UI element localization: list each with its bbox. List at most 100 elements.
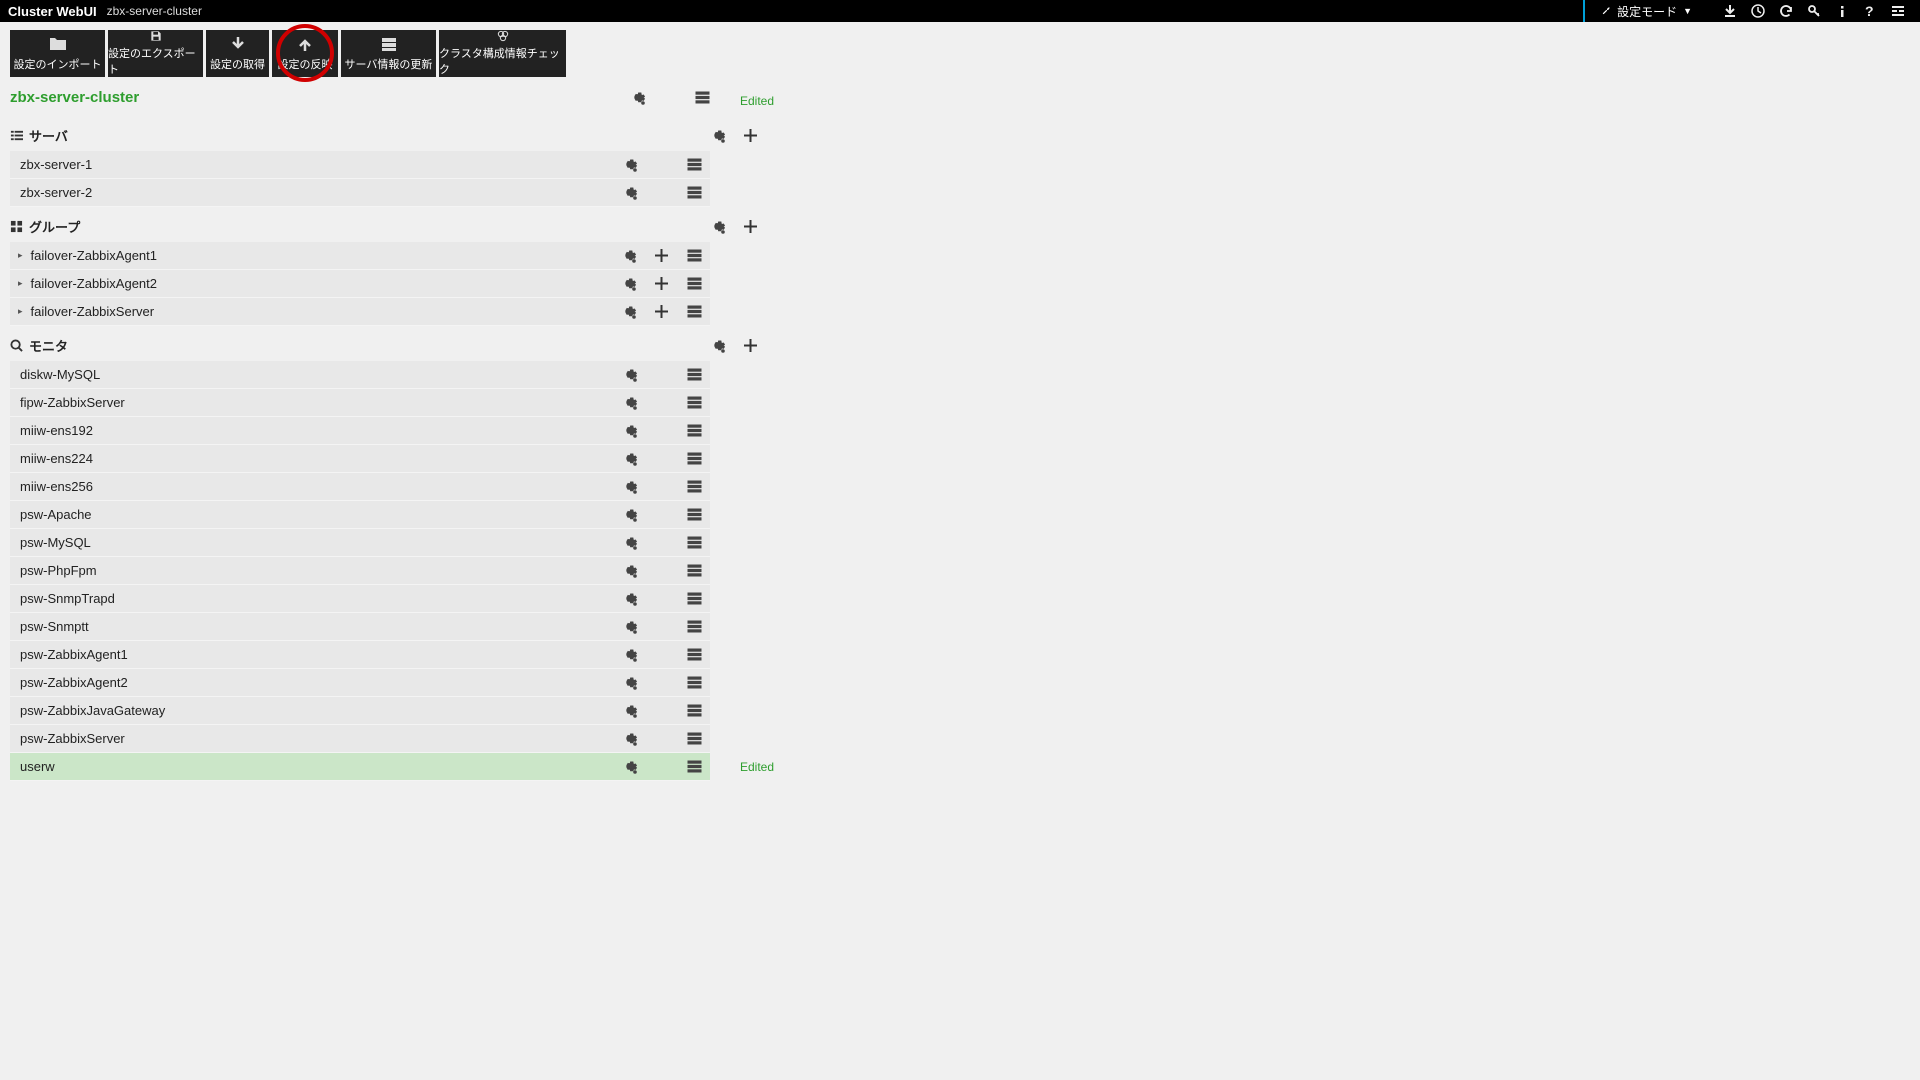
row-add-button[interactable] bbox=[654, 276, 669, 291]
row-menu-button[interactable] bbox=[687, 423, 702, 438]
row-settings-button[interactable] bbox=[621, 304, 636, 319]
row-menu-button[interactable] bbox=[687, 395, 702, 410]
list-item[interactable]: miiw-ens192 bbox=[18, 423, 622, 438]
info-button[interactable] bbox=[1828, 0, 1856, 22]
row-menu-button[interactable] bbox=[687, 591, 702, 606]
gear-icon bbox=[622, 395, 637, 410]
caret-right-icon[interactable]: ▸ bbox=[18, 306, 23, 317]
list-item[interactable]: psw-ZabbixAgent2 bbox=[18, 675, 622, 690]
row-menu-button[interactable] bbox=[687, 185, 702, 200]
row-settings-button[interactable] bbox=[622, 647, 637, 662]
caret-right-icon[interactable]: ▸ bbox=[18, 250, 23, 261]
list-item[interactable]: psw-ZabbixJavaGateway bbox=[18, 703, 622, 718]
row-settings-button[interactable] bbox=[622, 703, 637, 718]
list-item[interactable]: psw-MySQL bbox=[18, 535, 622, 550]
row-menu-button[interactable] bbox=[687, 675, 702, 690]
groups-add-button[interactable] bbox=[743, 219, 758, 234]
import-label: 設定のインポート bbox=[14, 56, 102, 72]
gear-check-icon bbox=[494, 30, 512, 42]
list-item[interactable]: fipw-ZabbixServer bbox=[18, 395, 622, 410]
row-add-button[interactable] bbox=[654, 248, 669, 263]
get-config-button[interactable]: 設定の取得 bbox=[206, 30, 269, 77]
download-button[interactable] bbox=[1716, 0, 1744, 22]
search-icon bbox=[10, 339, 23, 352]
refresh-button[interactable] bbox=[1772, 0, 1800, 22]
list-item[interactable]: diskw-MySQL bbox=[18, 367, 622, 382]
list-item[interactable]: psw-ZabbixServer bbox=[18, 731, 622, 746]
row-menu-button[interactable] bbox=[687, 276, 702, 291]
help-button[interactable] bbox=[1856, 0, 1884, 22]
cluster-menu-button[interactable] bbox=[695, 90, 710, 105]
list-item[interactable]: failover-ZabbixServer bbox=[29, 304, 622, 319]
list-item[interactable]: psw-ZabbixAgent1 bbox=[18, 647, 622, 662]
apply-config-button[interactable]: 設定の反映 bbox=[272, 30, 338, 77]
list-item[interactable]: miiw-ens256 bbox=[18, 479, 622, 494]
panel-button[interactable] bbox=[1884, 0, 1912, 22]
row-settings-button[interactable] bbox=[622, 157, 637, 172]
row-menu-button[interactable] bbox=[687, 507, 702, 522]
row-settings-button[interactable] bbox=[621, 276, 636, 291]
row-menu-button[interactable] bbox=[687, 563, 702, 578]
cluster-settings-button[interactable] bbox=[630, 90, 645, 105]
row-menu-button[interactable] bbox=[687, 248, 702, 263]
gear-icon bbox=[622, 647, 637, 662]
mode-dropdown[interactable]: 設定モード ▼ bbox=[1591, 3, 1702, 20]
help-icon bbox=[1863, 4, 1877, 18]
row-menu-button[interactable] bbox=[687, 759, 702, 774]
row-menu-button[interactable] bbox=[687, 535, 702, 550]
row-settings-button[interactable] bbox=[622, 759, 637, 774]
row-menu-button[interactable] bbox=[687, 367, 702, 382]
export-button[interactable]: 設定のエクスポート bbox=[108, 30, 203, 77]
caret-right-icon[interactable]: ▸ bbox=[18, 278, 23, 289]
row-add-button[interactable] bbox=[654, 304, 669, 319]
menu-icon bbox=[687, 507, 702, 522]
row-settings-button[interactable] bbox=[622, 591, 637, 606]
gear-icon bbox=[622, 619, 637, 634]
list-item[interactable]: psw-Snmptt bbox=[18, 619, 622, 634]
list-item[interactable]: userw bbox=[18, 759, 622, 774]
cluster-name[interactable]: zbx-server-cluster bbox=[10, 89, 630, 106]
groups-settings-button[interactable] bbox=[710, 219, 725, 234]
row-settings-button[interactable] bbox=[622, 395, 637, 410]
menu-icon bbox=[687, 675, 702, 690]
monitors-settings-button[interactable] bbox=[710, 338, 725, 353]
row-settings-button[interactable] bbox=[622, 507, 637, 522]
row-menu-button[interactable] bbox=[687, 479, 702, 494]
row-settings-button[interactable] bbox=[622, 563, 637, 578]
row-settings-button[interactable] bbox=[622, 535, 637, 550]
list-item[interactable]: zbx-server-1 bbox=[18, 157, 622, 172]
row-settings-button[interactable] bbox=[622, 479, 637, 494]
license-button[interactable] bbox=[1800, 0, 1828, 22]
row-menu-button[interactable] bbox=[687, 451, 702, 466]
row-settings-button[interactable] bbox=[622, 619, 637, 634]
row-settings-button[interactable] bbox=[622, 451, 637, 466]
list-item[interactable]: psw-Apache bbox=[18, 507, 622, 522]
list-item[interactable]: psw-PhpFpm bbox=[18, 563, 622, 578]
row-menu-button[interactable] bbox=[687, 647, 702, 662]
list-item[interactable]: psw-SnmpTrapd bbox=[18, 591, 622, 606]
import-button[interactable]: 設定のインポート bbox=[10, 30, 105, 77]
servers-settings-button[interactable] bbox=[710, 128, 725, 143]
row-menu-button[interactable] bbox=[687, 619, 702, 634]
plus-icon bbox=[743, 219, 758, 234]
row-menu-button[interactable] bbox=[687, 157, 702, 172]
history-button[interactable] bbox=[1744, 0, 1772, 22]
row-settings-button[interactable] bbox=[621, 248, 636, 263]
list-item[interactable]: zbx-server-2 bbox=[18, 185, 622, 200]
gear-icon bbox=[622, 759, 637, 774]
row-menu-button[interactable] bbox=[687, 703, 702, 718]
server-update-button[interactable]: サーバ情報の更新 bbox=[341, 30, 436, 77]
row-settings-button[interactable] bbox=[622, 731, 637, 746]
row-settings-button[interactable] bbox=[622, 185, 637, 200]
list-item[interactable]: failover-ZabbixAgent2 bbox=[29, 276, 622, 291]
servers-add-button[interactable] bbox=[743, 128, 758, 143]
config-check-button[interactable]: クラスタ構成情報チェック bbox=[439, 30, 566, 77]
list-item[interactable]: miiw-ens224 bbox=[18, 451, 622, 466]
row-settings-button[interactable] bbox=[622, 675, 637, 690]
list-item[interactable]: failover-ZabbixAgent1 bbox=[29, 248, 622, 263]
row-settings-button[interactable] bbox=[622, 367, 637, 382]
monitors-add-button[interactable] bbox=[743, 338, 758, 353]
row-menu-button[interactable] bbox=[687, 304, 702, 319]
row-menu-button[interactable] bbox=[687, 731, 702, 746]
row-settings-button[interactable] bbox=[622, 423, 637, 438]
